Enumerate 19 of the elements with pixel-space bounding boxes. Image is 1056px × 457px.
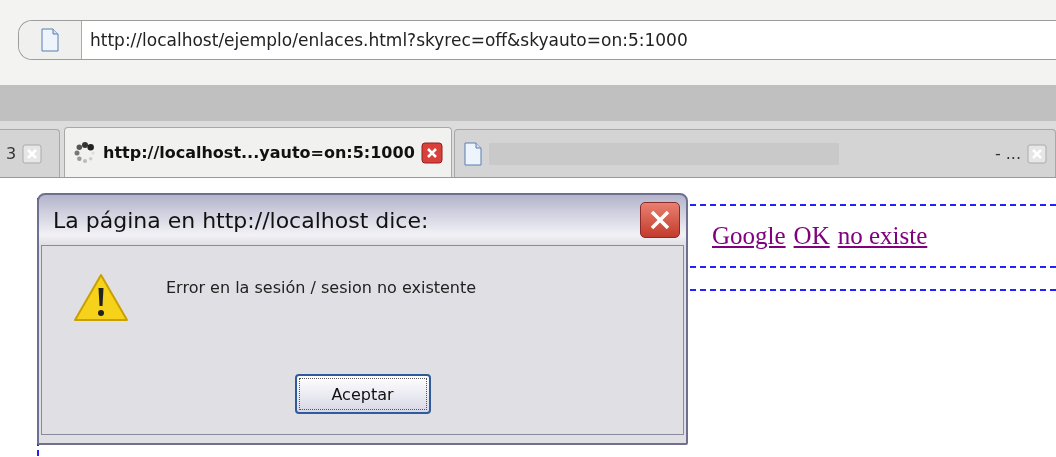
browser-tab[interactable]: 3 [0,129,60,177]
close-button[interactable] [640,202,680,238]
tab-title: http://localhost...yauto=on:5:1000 [103,143,415,162]
dialog-message: Error en la sesión / sesion no existente [166,277,477,299]
tab-title: - ... [994,144,1021,163]
browser-tab[interactable]: http://localhost...yauto=on:5:1000 [64,127,452,177]
page-icon [462,141,483,166]
page-icon [40,28,60,52]
loading-spinner-icon [73,140,97,165]
link[interactable]: OK [793,222,830,250]
close-icon[interactable] [420,141,443,164]
accept-button[interactable]: Aceptar [294,374,431,414]
link[interactable]: Google [712,222,786,250]
warning-icon [72,272,130,324]
close-icon [648,208,672,232]
tab-title: 3 [6,144,17,163]
browser-tab[interactable]: - ... [453,129,1056,177]
link[interactable]: no existe [837,222,928,250]
dialog-title: La página en http://localhost dice: [53,207,429,233]
